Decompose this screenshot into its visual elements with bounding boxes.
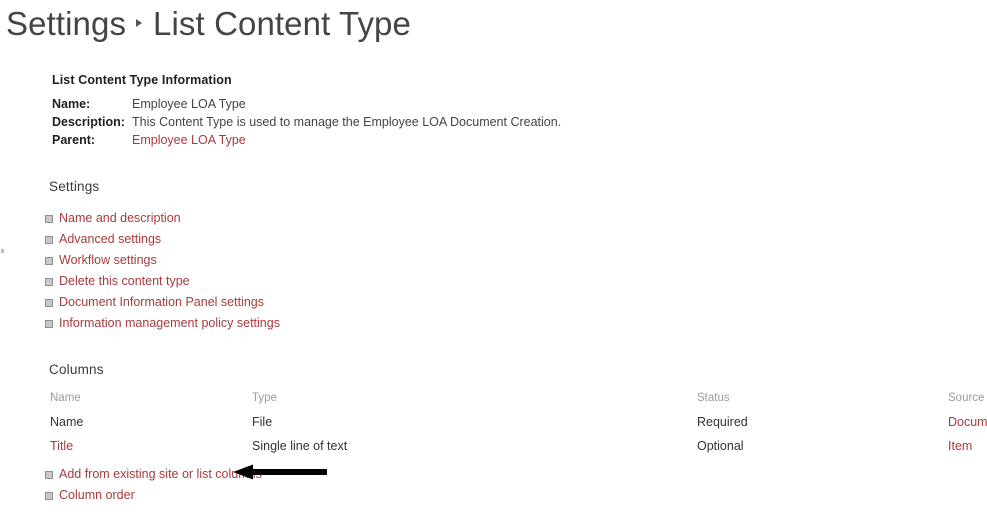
info-value-parent-link[interactable]: Employee LOA Type xyxy=(132,131,246,149)
column-header-source: Source xyxy=(948,392,985,404)
column-header-status: Status xyxy=(697,392,730,404)
columns-section-heading: Columns xyxy=(49,362,104,377)
info-label: Description: xyxy=(52,115,125,129)
small-square-bullet-icon xyxy=(45,298,53,307)
settings-section-heading: Settings xyxy=(49,179,100,194)
cell-status: Optional xyxy=(697,439,744,453)
settings-link-information-management-policy-settings[interactable]: Information management policy settings xyxy=(45,313,280,334)
columns-link-label: Column order xyxy=(59,488,135,502)
info-row-name: Name: Employee LOA Type xyxy=(52,95,561,113)
columns-link-list: Add from existing site or list columns C… xyxy=(45,464,262,506)
breadcrumb: Settings List Content Type xyxy=(6,2,411,46)
settings-link-label: Name and description xyxy=(59,211,181,225)
settings-link-label: Workflow settings xyxy=(59,253,157,267)
settings-link-advanced-settings[interactable]: Advanced settings xyxy=(45,229,280,250)
columns-link-label: Add from existing site or list columns xyxy=(59,467,262,481)
settings-link-label: Advanced settings xyxy=(59,232,162,246)
chevron-right-icon xyxy=(134,17,144,29)
info-row-description: Description: This Content Type is used t… xyxy=(52,113,561,131)
column-header-type: Type xyxy=(252,392,277,404)
breadcrumb-root[interactable]: Settings xyxy=(6,5,126,42)
info-value-name: Employee LOA Type xyxy=(132,97,246,111)
small-square-bullet-icon xyxy=(45,319,53,328)
cell-type: Single line of text xyxy=(252,439,348,453)
table-row: Title Single line of text Optional Item xyxy=(0,434,987,458)
small-square-bullet-icon xyxy=(45,214,53,223)
columns-table: Name Type Status Source Name File Requir… xyxy=(0,386,987,458)
small-square-bullet-icon xyxy=(45,277,53,286)
list-content-type-information: List Content Type Information Name: Empl… xyxy=(52,73,561,149)
info-heading: List Content Type Information xyxy=(52,73,232,87)
small-square-bullet-icon xyxy=(45,235,53,244)
small-square-bullet-icon xyxy=(45,256,53,265)
columns-link-column-order[interactable]: Column order xyxy=(45,485,262,506)
table-row: Name File Required Docume xyxy=(0,410,987,434)
cell-name-link[interactable]: Title xyxy=(50,434,73,458)
cell-status: Required xyxy=(697,415,748,429)
settings-link-name-and-description[interactable]: Name and description xyxy=(45,208,280,229)
info-row-parent: Parent: Employee LOA Type xyxy=(52,131,561,149)
page-title: List Content Type xyxy=(153,5,411,42)
settings-link-delete-this-content-type[interactable]: Delete this content type xyxy=(45,271,280,292)
info-label: Parent: xyxy=(52,133,96,147)
page-content: Settings List Content Type List Content … xyxy=(0,0,987,515)
settings-link-list: Name and description Advanced settings W… xyxy=(45,208,280,334)
small-square-bullet-icon xyxy=(45,491,53,500)
columns-link-add-from-existing-site-or-list-columns[interactable]: Add from existing site or list columns xyxy=(45,464,262,485)
settings-link-label: Delete this content type xyxy=(59,274,190,288)
cell-source-link[interactable]: Item xyxy=(948,434,972,458)
edge-artifact xyxy=(1,249,4,253)
settings-link-label: Document Information Panel settings xyxy=(59,295,264,309)
cell-source-link[interactable]: Docume xyxy=(948,410,987,434)
settings-link-label: Information management policy settings xyxy=(59,316,280,330)
info-value-description: This Content Type is used to manage the … xyxy=(132,115,562,129)
table-header-row: Name Type Status Source xyxy=(0,386,987,410)
column-header-name: Name xyxy=(50,392,81,404)
cell-type: File xyxy=(252,415,273,429)
info-label: Name: xyxy=(52,97,91,111)
cell-name: Name xyxy=(50,415,84,429)
small-square-bullet-icon xyxy=(45,470,53,479)
settings-link-workflow-settings[interactable]: Workflow settings xyxy=(45,250,280,271)
settings-link-document-information-panel-settings[interactable]: Document Information Panel settings xyxy=(45,292,280,313)
